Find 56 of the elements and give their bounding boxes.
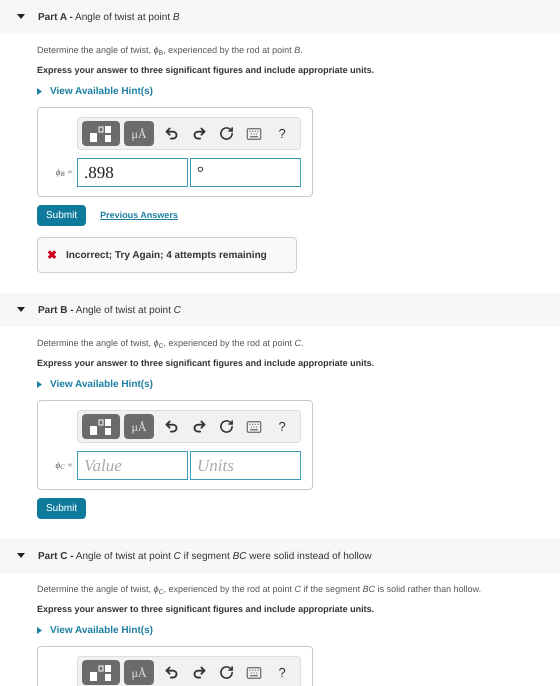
value-field[interactable]: .898	[77, 158, 188, 187]
caret-right-icon	[37, 381, 42, 388]
part-header[interactable]: Part B - Angle of twist at point C	[0, 293, 560, 327]
caret-down-icon	[17, 553, 25, 559]
caret-right-icon	[37, 627, 42, 634]
hint-link[interactable]: View Available Hint(s)	[37, 84, 153, 99]
reset-icon[interactable]	[218, 126, 234, 141]
help-button[interactable]: ?	[274, 662, 290, 682]
part-title: Part A - Angle of twist at point B	[38, 10, 180, 24]
submit-button[interactable]: Submit	[37, 205, 86, 226]
question-prompt: Determine the angle of twist, ϕ$_{C}$, experienced by the rod at point C.	[37, 337, 305, 350]
symbols-button[interactable]: μÅ	[124, 660, 154, 685]
undo-icon[interactable]	[164, 419, 180, 434]
answer-label: ϕ$_{C}$ =	[54, 458, 74, 472]
part-header[interactable]: Part C - Angle of twist at point C if segment BC were solid instead of hollow	[0, 539, 560, 573]
redo-icon[interactable]	[192, 419, 207, 434]
caret-down-icon	[17, 14, 25, 20]
template-button[interactable]	[82, 414, 120, 439]
question-prompt: Determine the angle of twist, ϕ$_{B}$, experienced by the rod at point B.	[37, 44, 304, 57]
previous-answers-link[interactable]: Previous Answers	[100, 208, 178, 222]
hint-link[interactable]: View Available Hint(s)	[37, 377, 153, 392]
symbols-button[interactable]: μÅ	[124, 414, 154, 439]
caret-down-icon	[17, 307, 25, 313]
template-button[interactable]	[82, 121, 120, 146]
units-field[interactable]: °	[190, 158, 301, 187]
redo-icon[interactable]	[192, 126, 207, 141]
units-field[interactable]: Units	[190, 451, 301, 480]
undo-icon[interactable]	[164, 126, 180, 141]
keyboard-icon[interactable]	[246, 126, 262, 142]
help-button[interactable]: ?	[274, 416, 290, 436]
help-button[interactable]: ?	[274, 124, 290, 144]
template-icon	[88, 418, 114, 436]
instruction-text: Express your answer to three significant figures and include appropriate units.	[37, 64, 376, 77]
error-icon: ✖	[47, 246, 57, 264]
template-button[interactable]	[82, 660, 120, 685]
reset-icon[interactable]	[218, 419, 234, 434]
question-prompt: Determine the angle of twist, ϕ$_{C}$, experienced by the rod at point C if the segment BC is solid rather than hollow.	[37, 583, 482, 596]
instruction-text: Express your answer to three significant figures and include appropriate units.	[37, 357, 376, 370]
part-title: Part B - Angle of twist at point C	[38, 304, 181, 318]
reset-icon[interactable]	[218, 665, 234, 680]
template-icon	[88, 124, 114, 142]
caret-right-icon	[37, 88, 42, 95]
submit-button[interactable]: Submit	[37, 498, 86, 519]
part-header[interactable]: Part A - Angle of twist at point B	[0, 0, 560, 34]
value-field[interactable]: Value	[77, 451, 188, 480]
symbols-button[interactable]: μÅ	[124, 121, 154, 146]
keyboard-icon[interactable]	[246, 418, 262, 434]
answer-label: ϕ$_{B}$ =	[54, 166, 74, 180]
part-title: Part C - Angle of twist at point C if segment BC were solid instead of hollow	[38, 550, 372, 564]
template-icon	[88, 664, 114, 682]
redo-icon[interactable]	[192, 665, 207, 680]
keyboard-icon[interactable]	[246, 664, 262, 680]
instruction-text: Express your answer to three significant figures and include appropriate units.	[37, 603, 376, 616]
hint-link[interactable]: View Available Hint(s)	[37, 623, 153, 638]
undo-icon[interactable]	[164, 665, 180, 680]
feedback-text: Incorrect; Try Again; 4 attempts remaining	[66, 248, 267, 262]
